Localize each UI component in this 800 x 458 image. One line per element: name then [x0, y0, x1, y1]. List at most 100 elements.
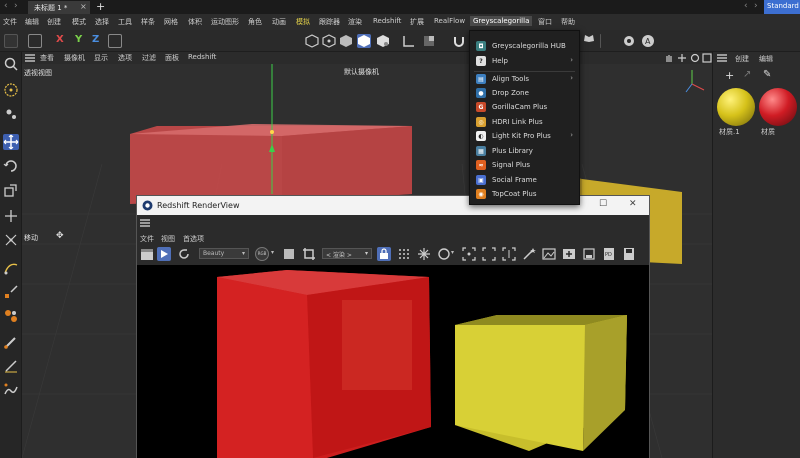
viewport-camera-label[interactable]: 默认摄像机 [344, 67, 379, 77]
crop-icon[interactable] [302, 247, 316, 261]
menu-item-light-kit[interactable]: ◐ Light Kit Pro Plus › [470, 129, 579, 143]
viewport-menu-redshift[interactable]: Redshift [188, 53, 216, 61]
menu-extensions[interactable]: 扩展 [410, 17, 424, 27]
font-icon[interactable]: A [641, 34, 655, 48]
tab-close-icon[interactable]: × [80, 2, 87, 11]
clapperboard-icon[interactable] [140, 247, 154, 261]
viewport-menu-camera[interactable]: 摄像机 [64, 53, 85, 63]
coordinate-system-icon[interactable] [108, 34, 122, 48]
material-menu-create[interactable]: 创建 [735, 54, 749, 64]
snowflake-icon[interactable] [417, 247, 431, 261]
layout-prev-icon[interactable]: ‹ [744, 1, 748, 11]
tab-scroll-right-icon[interactable]: › [14, 1, 18, 11]
menu-item-gorillacam[interactable]: G GorillaCam Plus [470, 100, 579, 114]
window-close-icon[interactable]: ✕ [629, 199, 637, 209]
redshift-renderview-window[interactable]: Redshift RenderView — ☐ ✕ 文件 视图 首选项 Beau… [136, 195, 650, 458]
menu-file[interactable]: 文件 [3, 17, 17, 27]
model-mode-icon[interactable] [28, 34, 42, 48]
menu-simulate[interactable]: 模拟 [296, 17, 310, 27]
menu-item-signal[interactable]: ≈ Signal Plus [470, 158, 579, 172]
menu-greyscalegorilla[interactable]: Greyscalegorilla [470, 16, 533, 26]
eyedropper-icon[interactable]: ✎ [763, 69, 771, 80]
viewport-menu-panel[interactable]: 面板 [165, 53, 179, 63]
circle-icon[interactable] [437, 247, 451, 261]
window-maximize-icon[interactable]: ☐ [599, 199, 607, 209]
image-icon[interactable] [542, 247, 556, 261]
new-tab-button[interactable]: + [96, 0, 105, 13]
cube-solid-icon[interactable] [339, 34, 353, 48]
grid-dots-icon[interactable] [397, 247, 411, 261]
layout-selector[interactable]: Standard [764, 0, 800, 14]
menu-edit[interactable]: 编辑 [25, 17, 39, 27]
focus-icon[interactable] [462, 247, 476, 261]
menu-render[interactable]: 渲染 [348, 17, 362, 27]
menu-item-hub[interactable]: ◘ Greyscalegorilla HUB [470, 39, 579, 53]
refresh-icon[interactable] [177, 247, 191, 261]
search-icon[interactable] [3, 56, 19, 72]
apply-material-icon[interactable]: ↗ [743, 69, 751, 80]
tab-scroll-left-icon[interactable]: ‹ [4, 1, 8, 11]
viewport-menu-options[interactable]: 选项 [118, 53, 132, 63]
cube-texture-icon[interactable] [376, 34, 390, 48]
menu-tracker[interactable]: 跟踪器 [319, 17, 340, 27]
menu-redshift[interactable]: Redshift [373, 17, 401, 25]
material-swatch-2[interactable] [759, 88, 797, 126]
lens-icon[interactable] [622, 34, 636, 48]
circle-chevron-icon[interactable]: ▾ [451, 249, 454, 256]
cube-wire-icon[interactable] [305, 34, 319, 48]
color-mode-button[interactable]: RGB [255, 247, 269, 261]
menu-item-hdri-link[interactable]: ◎ HDRI Link Plus [470, 115, 579, 129]
render-select[interactable]: < 渲染 > ▾ [322, 248, 372, 259]
menu-volume[interactable]: 体积 [188, 17, 202, 27]
viewport-menu-filter[interactable]: 过滤 [142, 53, 156, 63]
menu-realflow[interactable]: RealFlow [434, 17, 465, 25]
menu-create[interactable]: 创建 [47, 17, 61, 27]
spline-draw-icon[interactable] [3, 284, 19, 300]
menu-item-help[interactable]: ? Help › [470, 54, 579, 68]
wand-icon[interactable] [522, 247, 536, 261]
snap-grid-icon[interactable] [422, 34, 436, 48]
menu-mesh[interactable]: 网格 [164, 17, 178, 27]
live-select-icon[interactable] [3, 82, 19, 98]
render-play-icon[interactable] [157, 247, 171, 261]
cube-edges-icon[interactable] [322, 34, 336, 48]
material-menu-icon[interactable] [717, 54, 727, 62]
render-canvas[interactable] [137, 265, 649, 458]
menu-tools[interactable]: 工具 [118, 17, 132, 27]
menu-window[interactable]: 窗口 [538, 17, 552, 27]
menu-item-social-frame[interactable]: ▣ Social Frame [470, 173, 579, 187]
add-material-icon[interactable]: + [725, 69, 734, 82]
snap-corner-icon[interactable] [402, 34, 416, 48]
pdf-export-icon[interactable]: PD [602, 247, 616, 261]
spline-pen-icon[interactable] [3, 260, 19, 276]
menu-toggle-icon[interactable] [4, 34, 18, 48]
menu-mograph[interactable]: 运动图形 [211, 17, 239, 27]
axis-tool-icon[interactable] [3, 232, 19, 248]
sculpt-icon[interactable] [3, 382, 19, 398]
menu-select[interactable]: 选择 [95, 17, 109, 27]
menu-item-topcoat[interactable]: ◉ TopCoat Plus [470, 187, 579, 201]
stop-icon[interactable] [282, 247, 296, 261]
hamburger-icon[interactable] [25, 54, 35, 62]
brush-icon[interactable] [3, 334, 19, 350]
rotate-tool-icon[interactable] [3, 158, 19, 174]
aov-select[interactable]: Beauty ▾ [199, 248, 249, 259]
add-image-icon[interactable] [562, 247, 576, 261]
color-mode-chevron-icon[interactable]: ▾ [271, 249, 274, 256]
viewport-menu-display[interactable]: 显示 [94, 53, 108, 63]
viewport-menu-view[interactable]: 查看 [40, 53, 54, 63]
menu-item-align-tools[interactable]: ▤ Align Tools › [470, 72, 579, 86]
lock-icon[interactable] [377, 247, 391, 261]
menu-item-drop-zone[interactable]: ● Drop Zone [470, 86, 579, 100]
axis-y-toggle[interactable]: Y [75, 34, 82, 45]
move-tool-icon[interactable] [3, 134, 19, 150]
axis-x-toggle[interactable]: X [56, 34, 64, 45]
maximize-view-icon[interactable] [702, 53, 712, 63]
layout-next-icon[interactable]: › [754, 1, 758, 11]
move-crosshair-icon[interactable]: ✥ [56, 231, 64, 241]
renderview-hamburger-icon[interactable] [140, 219, 150, 227]
axis-z-toggle[interactable]: Z [92, 34, 99, 45]
material-swatch-1[interactable] [717, 88, 755, 126]
knife-icon[interactable] [3, 358, 19, 374]
menu-help[interactable]: 帮助 [561, 17, 575, 27]
